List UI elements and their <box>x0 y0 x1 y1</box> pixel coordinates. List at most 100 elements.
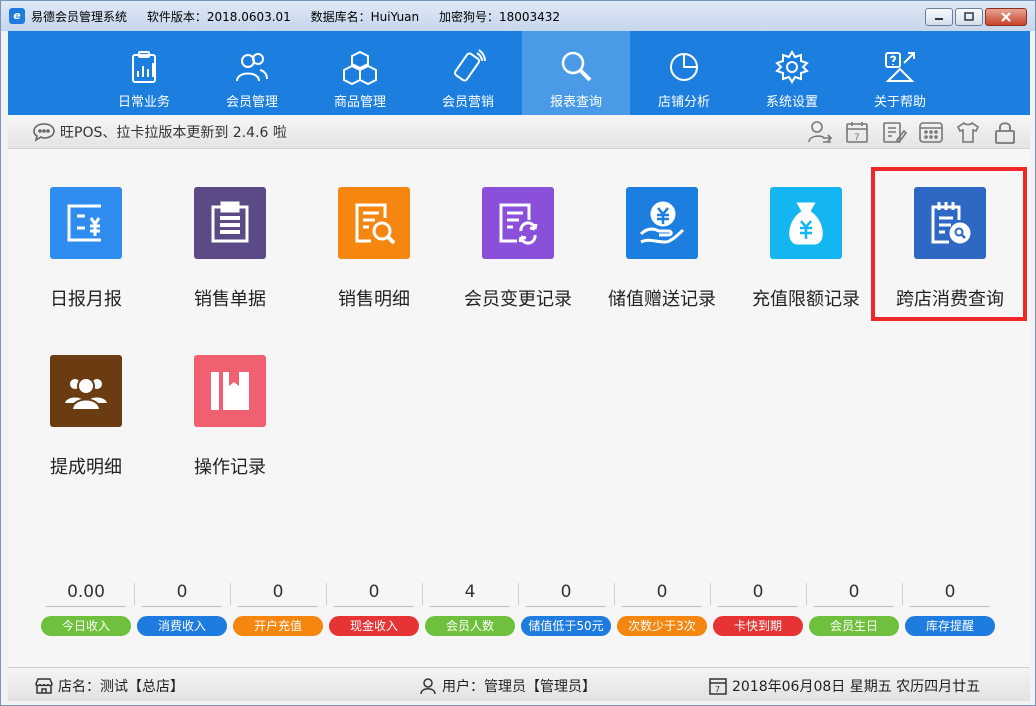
tile-sales-documents[interactable]: 销售单据 <box>158 187 302 337</box>
stat-member-birthday[interactable]: 0 会员生日 <box>809 579 899 636</box>
stat-value: 0 <box>526 579 606 607</box>
software-version: 软件版本：2018.0603.01 <box>146 9 291 24</box>
stat-stock-alert[interactable]: 0 库存提醒 <box>905 579 995 636</box>
tile-label: 操作记录 <box>194 457 266 478</box>
clipboard-chart-icon <box>132 51 156 83</box>
close-button[interactable] <box>985 8 1027 26</box>
nav-label: 日常业务 <box>117 95 170 110</box>
nav-label: 报表查询 <box>549 95 602 110</box>
main-nav-bar: 日常业务 会员管理 商品管理 会员营销 报表查询 店铺分析 系统设置 关于帮助 <box>8 31 1030 115</box>
sales-detail-icon <box>338 187 410 259</box>
tile-daily-monthly-report[interactable]: 日报月报 <box>14 187 158 337</box>
stat-cash-income[interactable]: 0 现金收入 <box>329 579 419 636</box>
notice-bar: 旺POS、拉卡拉版本更新到 2.4.6 啦 7 <box>8 115 1030 149</box>
stat-badge: 卡快到期 <box>713 616 803 636</box>
tile-stored-value-gift-record[interactable]: 储值赠送记录 <box>590 187 734 337</box>
stat-divider <box>326 583 327 605</box>
lock-icon[interactable] <box>992 120 1018 144</box>
tile-label: 销售明细 <box>338 289 410 310</box>
calendar-icon[interactable]: 7 <box>844 120 870 144</box>
store-name: 店名：测试【总店】 <box>58 679 184 695</box>
nav-label: 会员营销 <box>441 95 494 110</box>
nav-report-query[interactable]: 报表查询 <box>522 31 630 115</box>
chat-bubble-icon <box>33 122 55 142</box>
stat-value: 0.00 <box>46 579 126 607</box>
tshirt-icon[interactable] <box>955 120 981 144</box>
status-user: 用户：管理员【管理员】 <box>418 676 596 696</box>
member-switch-icon[interactable] <box>807 120 833 144</box>
nav-label: 关于帮助 <box>873 95 926 110</box>
stat-today-income[interactable]: 0.00 今日收入 <box>41 579 131 636</box>
stat-low-count[interactable]: 0 次数少于3次 <box>617 579 707 636</box>
status-store: 店名：测试【总店】 <box>34 676 184 696</box>
window-controls <box>925 8 1027 26</box>
stat-divider <box>134 583 135 605</box>
stat-value: 0 <box>910 579 990 607</box>
tile-label: 储值赠送记录 <box>608 289 716 310</box>
database-name: 数据库名：HuiYuan <box>310 9 420 24</box>
sales-doc-icon <box>194 187 266 259</box>
stat-badge: 消费收入 <box>137 616 227 636</box>
maximize-button[interactable] <box>955 8 983 26</box>
tile-commission-detail[interactable]: 提成明细 <box>14 355 158 505</box>
maximize-icon <box>964 12 974 21</box>
stat-divider <box>806 583 807 605</box>
nav-system-settings[interactable]: 系统设置 <box>738 31 846 115</box>
tile-sales-detail[interactable]: 销售明细 <box>302 187 446 337</box>
gear-icon <box>775 50 809 84</box>
app-name: 易德会员管理系统 <box>31 9 128 24</box>
title-bar: e 易德会员管理系统 软件版本：2018.0603.01 数据库名：HuiYua… <box>1 1 1035 31</box>
stat-account-recharge[interactable]: 0 开户充值 <box>233 579 323 636</box>
stat-badge: 次数少于3次 <box>617 616 707 636</box>
tile-label: 会员变更记录 <box>464 289 572 310</box>
nav-product-management[interactable]: 商品管理 <box>306 31 414 115</box>
nav-member-management[interactable]: 会员管理 <box>198 31 306 115</box>
stat-badge: 会员生日 <box>809 616 899 636</box>
nav-store-analysis[interactable]: 店铺分析 <box>630 31 738 115</box>
boxes-icon <box>343 50 377 85</box>
nav-member-marketing[interactable]: 会员营销 <box>414 31 522 115</box>
commission-icon <box>50 355 122 427</box>
nav-label: 商品管理 <box>333 95 386 110</box>
stat-value: 0 <box>814 579 894 607</box>
minimize-button[interactable] <box>925 8 953 26</box>
nav-about-help[interactable]: 关于帮助 <box>846 31 954 115</box>
operation-log-icon <box>194 355 266 427</box>
notice-text[interactable]: 旺POS、拉卡拉版本更新到 2.4.6 啦 <box>60 122 287 142</box>
current-date: 2018年06月08日 星期五 农历四月廿五 <box>732 679 981 695</box>
help-icon <box>885 52 915 82</box>
tile-label: 充值限额记录 <box>752 289 860 310</box>
stat-divider <box>230 583 231 605</box>
stat-value: 0 <box>142 579 222 607</box>
pie-chart-icon <box>670 53 698 81</box>
stat-card-expiring[interactable]: 0 卡快到期 <box>713 579 803 636</box>
quick-tools: 7 <box>807 120 1018 144</box>
status-bar: 店名：测试【总店】 用户：管理员【管理员】 7 2018年06月08日 星期五 … <box>8 667 1030 701</box>
selection-highlight <box>871 167 1027 321</box>
stat-badge: 今日收入 <box>41 616 131 636</box>
phone-icon <box>453 49 486 82</box>
magnifier-icon <box>561 51 592 82</box>
tile-label: 日报月报 <box>50 289 122 310</box>
calculator-icon[interactable] <box>918 120 944 144</box>
stat-low-balance[interactable]: 0 储值低于50元 <box>521 579 611 636</box>
stat-badge: 储值低于50元 <box>521 616 611 636</box>
app-logo-icon: e <box>9 8 25 24</box>
svg-text:7: 7 <box>715 685 720 694</box>
nav-label: 会员管理 <box>225 95 278 110</box>
nav-label: 系统设置 <box>765 95 818 110</box>
edit-list-icon[interactable] <box>881 120 907 144</box>
svg-text:7: 7 <box>854 133 860 143</box>
stat-value: 0 <box>718 579 798 607</box>
report-tiles-area: 日报月报 销售单据 销售明细 会员变更记录 储值赠送记录 充值限额记录 跨店消费… <box>8 149 1030 667</box>
tile-member-change-record[interactable]: 会员变更记录 <box>446 187 590 337</box>
stat-consumption-income[interactable]: 0 消费收入 <box>137 579 227 636</box>
tile-operation-record[interactable]: 操作记录 <box>158 355 302 505</box>
stat-member-count[interactable]: 4 会员人数 <box>425 579 515 636</box>
stat-value: 0 <box>238 579 318 607</box>
stat-divider <box>710 583 711 605</box>
stat-divider <box>422 583 423 605</box>
tile-recharge-limit-record[interactable]: 充值限额记录 <box>734 187 878 337</box>
nav-label: 店铺分析 <box>657 95 710 110</box>
nav-daily-business[interactable]: 日常业务 <box>90 31 198 115</box>
